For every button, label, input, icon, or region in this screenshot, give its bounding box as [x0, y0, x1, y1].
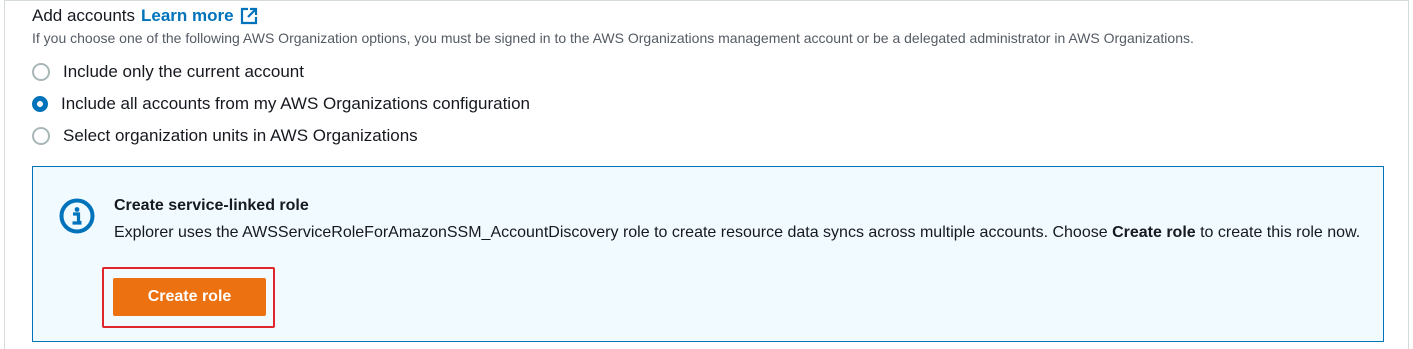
external-link-icon[interactable] [240, 7, 258, 25]
radio-button-unchecked[interactable] [32, 63, 50, 81]
panel-right-border [1408, 0, 1409, 349]
add-accounts-heading-row: Add accounts Learn more [32, 4, 258, 28]
alert-message-text: Explorer uses the AWSServiceRoleForAmazo… [114, 224, 1113, 241]
radio-button-checked[interactable] [32, 96, 48, 112]
radio-label: Include all accounts from my AWS Organiz… [61, 94, 530, 113]
radio-select-organization-units[interactable]: Select organization units in AWS Organiz… [32, 120, 530, 152]
panel-left-border [4, 0, 5, 349]
organization-options-description: If you choose one of the following AWS O… [32, 30, 1194, 46]
radio-label: Select organization units in AWS Organiz… [63, 126, 418, 145]
info-icon [59, 198, 95, 234]
add-accounts-heading: Add accounts [32, 6, 136, 25]
radio-include-all-accounts[interactable]: Include all accounts from my AWS Organiz… [32, 88, 530, 120]
radio-include-current-account[interactable]: Include only the current account [32, 56, 530, 88]
radio-label: Include only the current account [63, 62, 304, 81]
alert-title: Create service-linked role [114, 197, 309, 214]
alert-message: Explorer uses the AWSServiceRoleForAmazo… [114, 221, 1364, 245]
alert-message-text-end: to create this role now. [1195, 224, 1361, 241]
alert-message-emphasis: Create role [1112, 224, 1196, 241]
radio-button-unchecked[interactable] [32, 127, 50, 145]
account-scope-radio-group: Include only the current account Include… [32, 56, 530, 152]
panel-top-border [4, 0, 1409, 1]
learn-more-link[interactable]: Learn more [141, 6, 234, 26]
create-role-button[interactable]: Create role [113, 278, 266, 316]
